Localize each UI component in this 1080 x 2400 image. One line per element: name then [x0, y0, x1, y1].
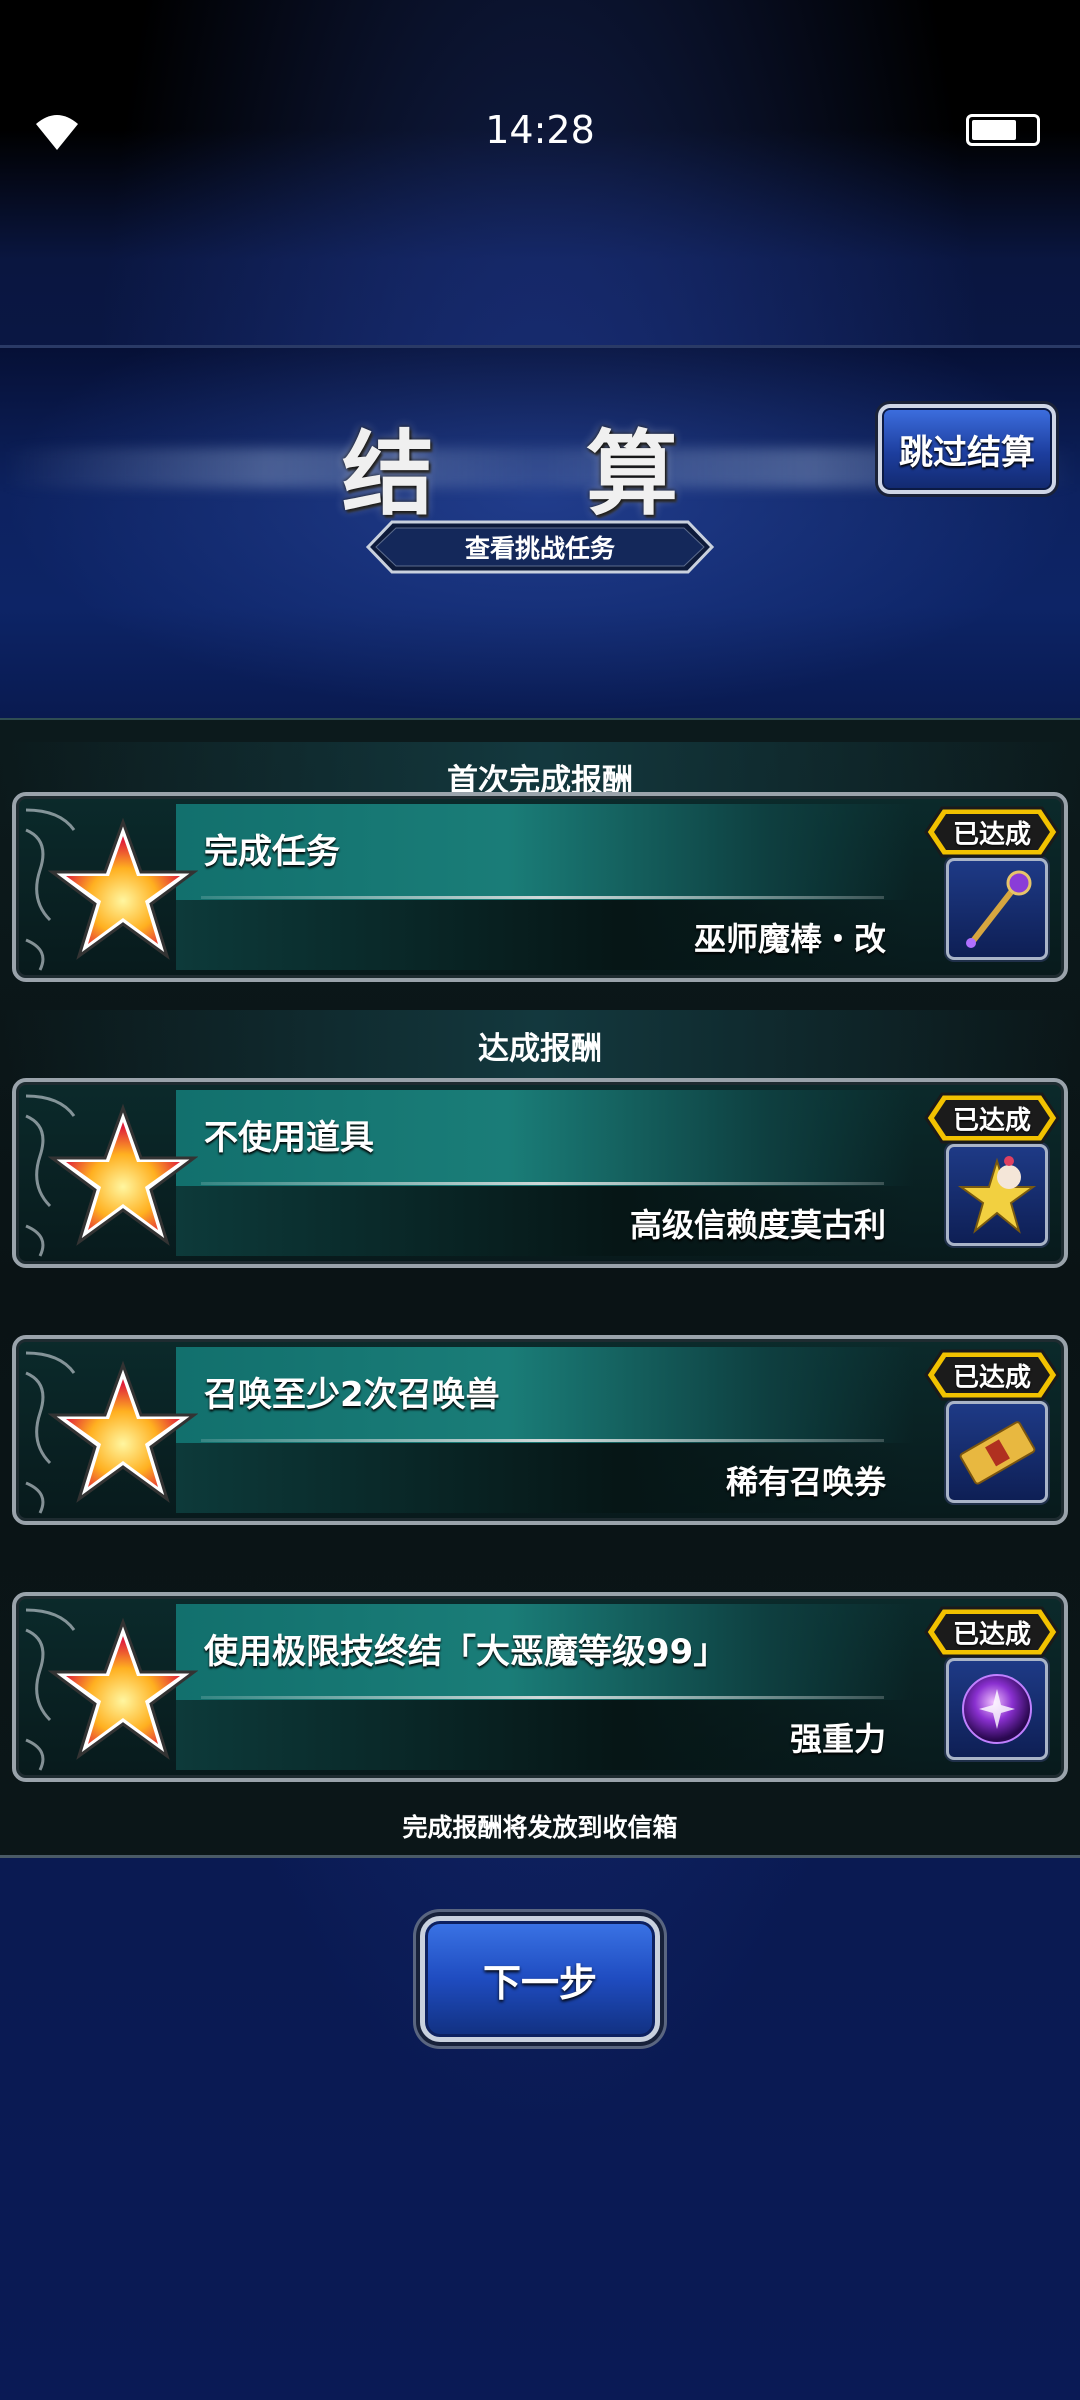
view-challenge-tasks-button[interactable]: 查看挑战任务: [366, 520, 714, 574]
reward-card: 不使用道具 高级信赖度莫古利 已达成: [12, 1078, 1068, 1268]
results-panel: 首次完成报酬 完成任务 巫师魔棒・改 已达成 达成报酬 不使用道具 高级信赖度莫…: [0, 718, 1080, 1858]
next-step-button[interactable]: 下一步: [420, 1916, 660, 2042]
star-icon: [48, 1103, 198, 1246]
skip-results-button[interactable]: 跳过结算: [878, 404, 1056, 494]
task-label: 完成任务: [204, 832, 340, 872]
view-tasks-label: 查看挑战任务: [464, 534, 615, 563]
summon-ticket-icon[interactable]: [946, 1401, 1048, 1503]
result-header: 结 算 跳过结算 查看挑战任务: [0, 345, 1080, 718]
star-icon: [48, 817, 198, 960]
achieved-badge: 已达成: [924, 806, 1060, 858]
wizard-rod-icon[interactable]: [946, 858, 1048, 960]
achieved-badge: 已达成: [924, 1606, 1060, 1658]
star-icon: [48, 1617, 198, 1760]
star-icon: [48, 1360, 198, 1503]
gravity-orb-icon[interactable]: [946, 1658, 1048, 1760]
status-bar: 14:28: [0, 0, 1080, 260]
reward-name: 巫师魔棒・改: [693, 920, 886, 958]
achieved-badge: 已达成: [924, 1092, 1060, 1144]
reward-name: 高级信赖度莫古利: [629, 1206, 886, 1244]
reward-name: 稀有召唤券: [725, 1463, 886, 1501]
reward-card: 完成任务 巫师魔棒・改 已达成: [12, 792, 1068, 982]
task-label: 召唤至少2次召唤兽: [204, 1375, 500, 1415]
task-label: 不使用道具: [204, 1118, 374, 1158]
achieved-badge: 已达成: [924, 1349, 1060, 1401]
reward-card: 召唤至少2次召唤兽 稀有召唤券 已达成: [12, 1335, 1068, 1525]
footer-note: 完成报酬将发放到收信箱: [402, 1813, 678, 1842]
reward-name: 强重力: [789, 1720, 886, 1758]
section-achievement: 达成报酬: [0, 1010, 1080, 1080]
task-label: 使用极限技终结「大恶魔等级99」: [204, 1632, 728, 1672]
reward-card: 使用极限技终结「大恶魔等级99」 强重力 已达成: [12, 1592, 1068, 1782]
battery-icon: [966, 114, 1040, 146]
moogle-star-icon[interactable]: [946, 1144, 1048, 1246]
status-time: 14:28: [485, 108, 595, 152]
